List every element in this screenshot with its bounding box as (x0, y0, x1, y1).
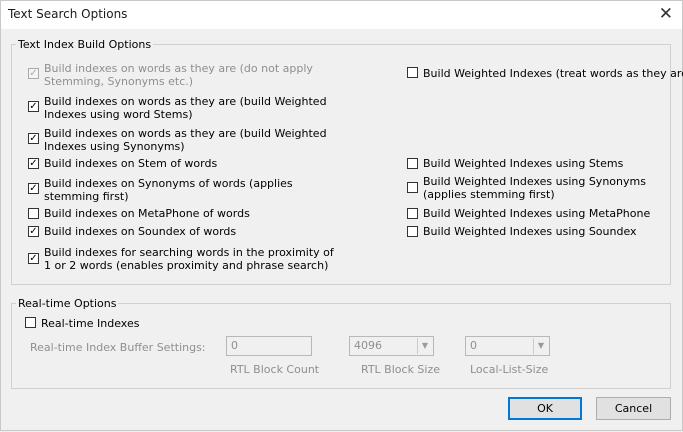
checkbox-proximity-search[interactable]: ✓ (28, 253, 39, 264)
checkbox-synonyms-of-words[interactable]: ✓ (28, 183, 39, 194)
checkbox-soundex-of-words[interactable]: ✓ (28, 226, 39, 237)
label-weighted-stems: Build Weighted Indexes using Stems (423, 157, 624, 170)
chevron-down-icon[interactable]: ▼ (417, 338, 432, 354)
cancel-button[interactable]: Cancel (596, 397, 671, 420)
checkbox-weighted-synonyms[interactable] (407, 182, 418, 193)
label-weighted-metaphone: Build Weighted Indexes using MetaPhone (423, 207, 651, 220)
label-words-weighted-stems: Build indexes on words as they are (buil… (44, 95, 327, 121)
checkbox-weighted-stems[interactable] (407, 158, 418, 169)
rtl-block-size-select[interactable]: 4096 ▼ (349, 336, 434, 356)
checkbox-weighted-metaphone[interactable] (407, 208, 418, 219)
label-stem-of-words: Build indexes on Stem of words (44, 157, 218, 170)
label-soundex-of-words: Build indexes on Soundex of words (44, 225, 237, 238)
ok-button[interactable]: OK (508, 397, 582, 420)
label-weighted-synonyms: Build Weighted Indexes using Synonyms (a… (423, 175, 646, 201)
local-list-size-select[interactable]: 0 ▼ (465, 336, 550, 356)
checkbox-words-weighted-synonyms[interactable]: ✓ (28, 133, 39, 144)
checkbox-stem-of-words[interactable]: ✓ (28, 158, 39, 169)
checkbox-realtime-indexes[interactable] (25, 317, 36, 328)
checkbox-weighted-soundex[interactable] (407, 226, 418, 237)
title-bar: Text Search Options ✕ (0, 0, 683, 29)
label-proximity-search: Build indexes for searching words in the… (44, 246, 334, 272)
rtl-block-count-caption: RTL Block Count (230, 363, 320, 376)
close-icon[interactable]: ✕ (659, 4, 673, 24)
rtl-block-count-input[interactable]: 0 (226, 336, 312, 356)
rtl-block-size-value: 4096 (354, 339, 382, 352)
checkbox-weighted-as-they-are[interactable] (407, 67, 418, 78)
checkbox-metaphone-of-words[interactable] (28, 208, 39, 219)
checkbox-words-as-they-are[interactable]: ✓ (28, 68, 39, 79)
index-build-options-legend: Text Index Build Options (18, 38, 152, 51)
label-realtime-indexes: Real-time Indexes (41, 317, 140, 330)
label-weighted-as-they-are: Build Weighted Indexes (treat words as t… (423, 67, 683, 80)
label-words-weighted-synonyms: Build indexes on words as they are (buil… (44, 127, 327, 153)
checkbox-words-weighted-stems[interactable]: ✓ (28, 101, 39, 112)
window-title: Text Search Options (8, 7, 128, 21)
label-buffer-settings: Real-time Index Buffer Settings: (30, 341, 206, 354)
chevron-down-icon[interactable]: ▼ (533, 338, 548, 354)
local-list-size-value: 0 (470, 339, 477, 352)
label-weighted-soundex: Build Weighted Indexes using Soundex (423, 225, 637, 238)
rtl-block-size-caption: RTL Block Size (361, 363, 441, 376)
label-synonyms-of-words: Build indexes on Synonyms of words (appl… (44, 177, 293, 203)
label-words-as-they-are: Build indexes on words as they are (do n… (44, 62, 313, 88)
local-list-size-caption: Local-List-Size (470, 363, 549, 376)
label-metaphone-of-words: Build indexes on MetaPhone of words (44, 207, 250, 220)
realtime-options-legend: Real-time Options (18, 297, 117, 310)
